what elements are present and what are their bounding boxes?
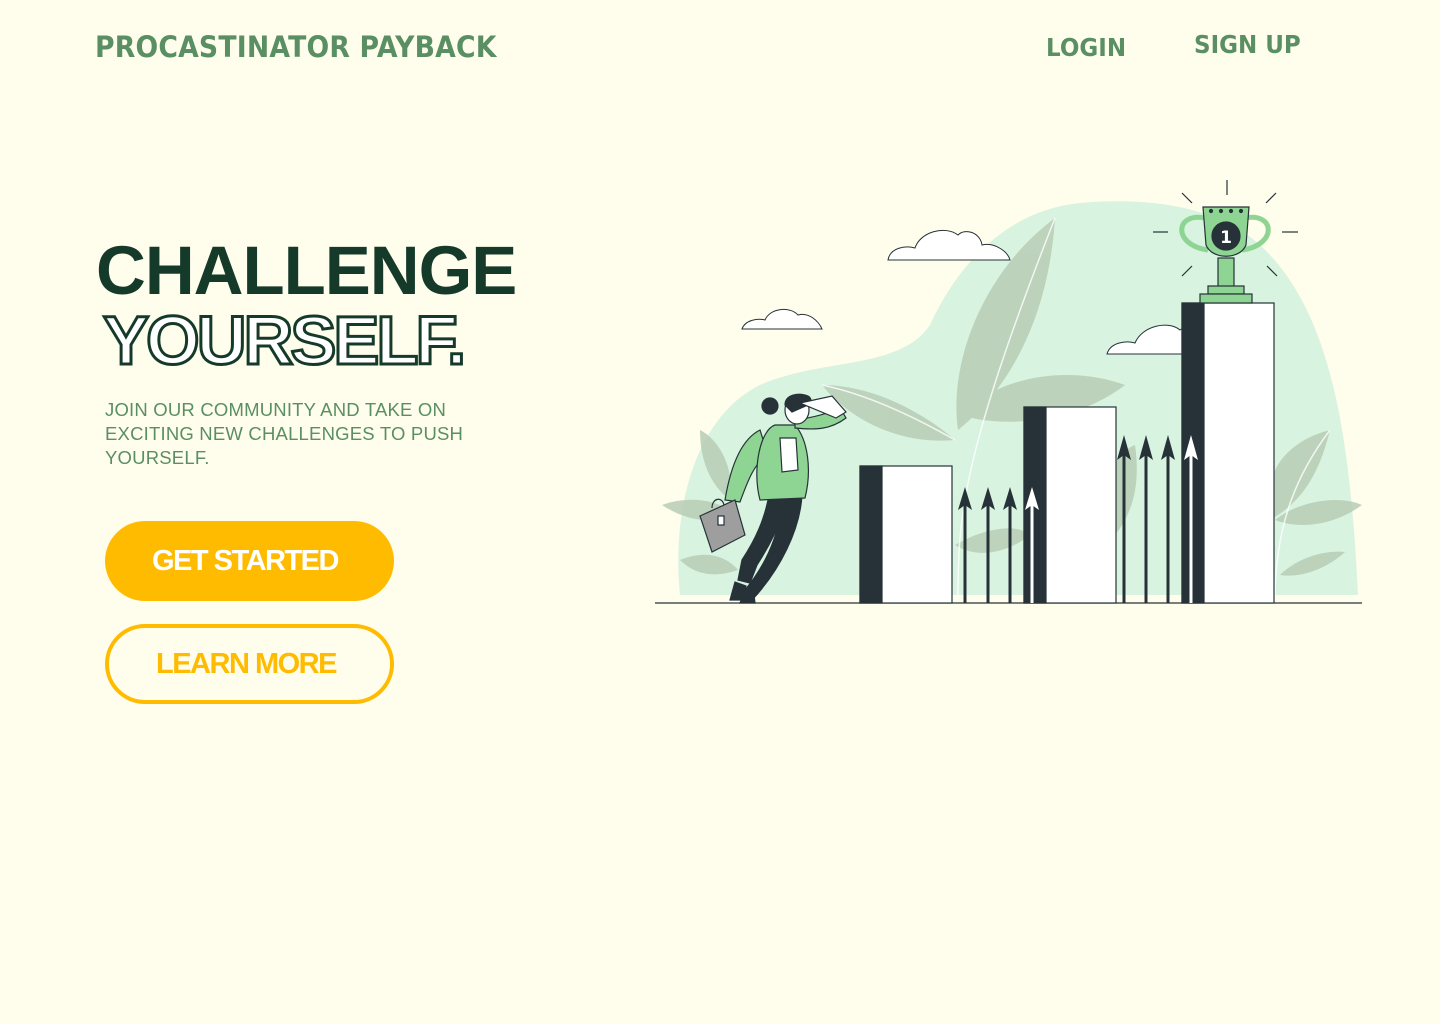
login-link[interactable]: LOGIN <box>1046 33 1126 62</box>
get-started-button[interactable]: GET STARTED <box>105 521 394 601</box>
signup-link[interactable]: SIGN UP <box>1194 30 1301 59</box>
headline-line-2: YOURSELF. <box>101 302 467 379</box>
learn-more-button[interactable]: LEARN MORE <box>105 624 394 704</box>
trophy-rank: 1 <box>1220 228 1232 248</box>
headline-line-1: CHALLENGE <box>96 232 517 309</box>
hero-illustration: 1 <box>655 180 1362 604</box>
hero-tagline: JOIN OUR COMMUNITY AND TAKE ON EXCITING … <box>105 399 464 468</box>
brand-logo[interactable]: PROCASTINATOR PAYBACK <box>95 30 497 64</box>
